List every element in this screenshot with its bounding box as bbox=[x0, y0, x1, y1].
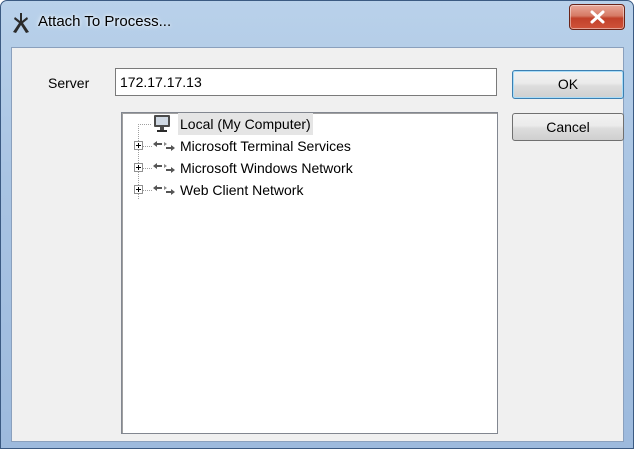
dialog-client-area: Server OK Cancel Local (My Computer) bbox=[11, 47, 624, 442]
server-input[interactable] bbox=[115, 68, 497, 96]
tree-connector bbox=[143, 190, 152, 191]
tree-connector bbox=[138, 124, 152, 125]
title-bar[interactable]: Attach To Process... bbox=[1, 1, 633, 47]
expand-toggle[interactable] bbox=[134, 185, 143, 194]
network-icon bbox=[153, 163, 175, 173]
network-icon bbox=[153, 141, 175, 151]
tree-connector bbox=[143, 146, 152, 147]
window-title: Attach To Process... bbox=[38, 13, 172, 30]
close-button[interactable] bbox=[569, 4, 625, 30]
close-icon bbox=[590, 10, 605, 24]
network-icon bbox=[153, 185, 175, 195]
tree-item-label: Local (My Computer) bbox=[178, 113, 313, 135]
expand-toggle[interactable] bbox=[134, 163, 143, 172]
attach-process-icon bbox=[13, 13, 29, 33]
tree-item-label: Microsoft Terminal Services bbox=[180, 138, 351, 154]
ok-button[interactable]: OK bbox=[512, 70, 624, 99]
attach-to-process-dialog: Attach To Process... Server OK Cancel bbox=[0, 0, 634, 449]
network-tree[interactable]: Local (My Computer) Microsoft Terminal S… bbox=[121, 112, 498, 434]
tree-item-label: Web Client Network bbox=[180, 182, 304, 198]
computer-icon bbox=[154, 115, 170, 132]
cancel-button[interactable]: Cancel bbox=[512, 113, 624, 141]
expand-toggle[interactable] bbox=[134, 141, 143, 150]
tree-item-label: Microsoft Windows Network bbox=[180, 160, 353, 176]
tree-connector bbox=[143, 168, 152, 169]
server-label: Server bbox=[48, 75, 90, 91]
